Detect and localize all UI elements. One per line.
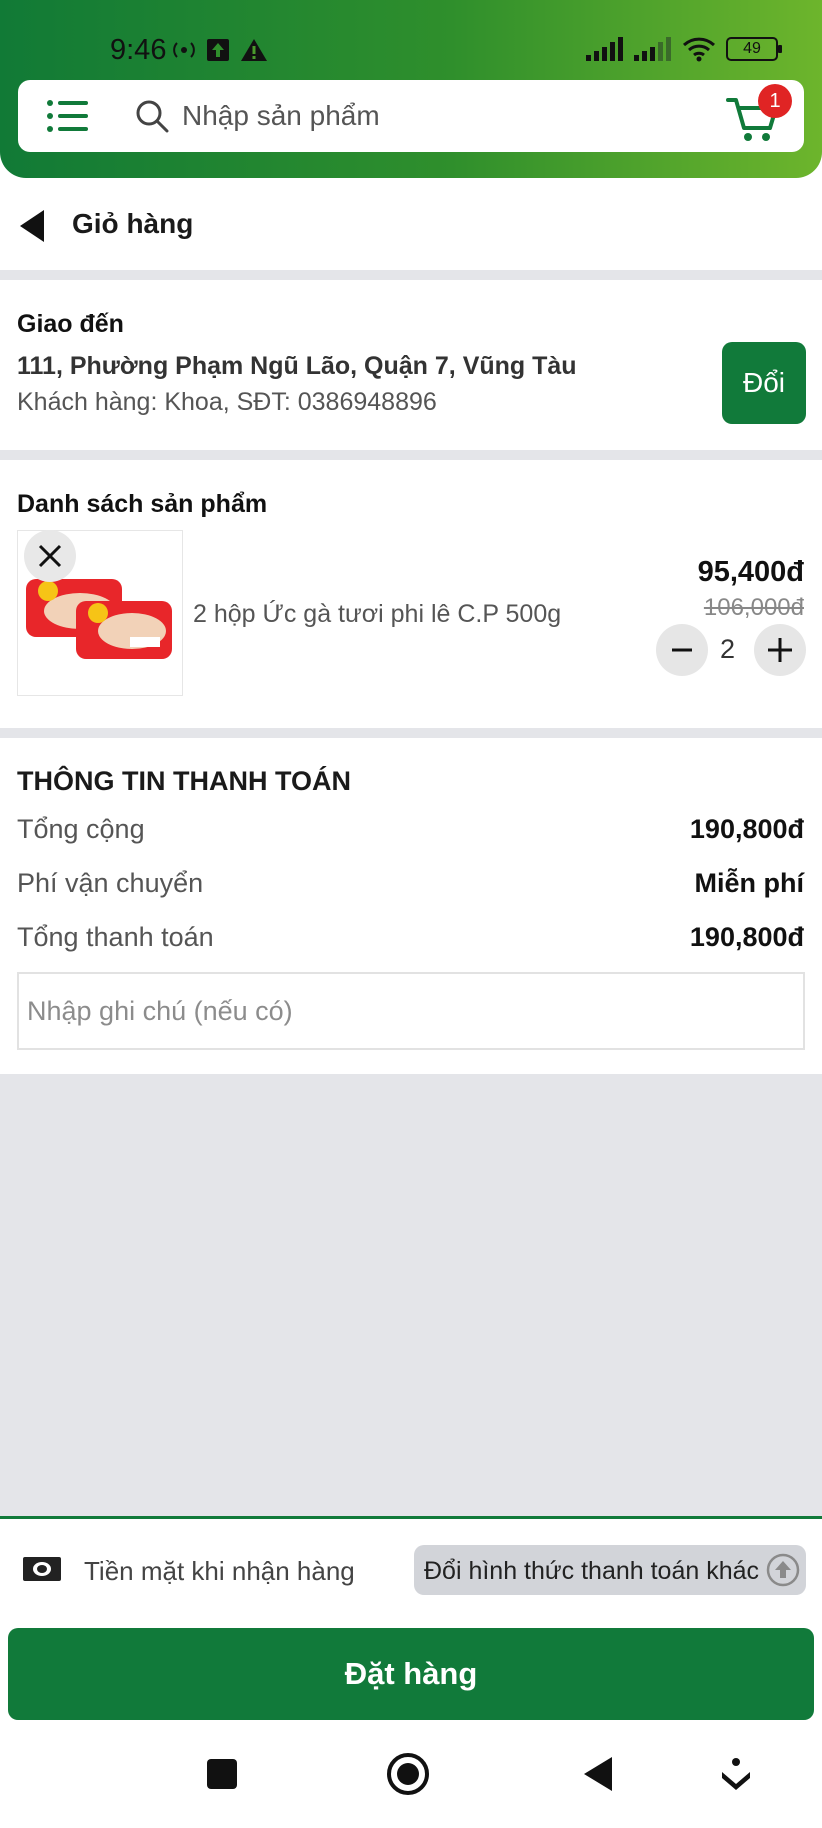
increase-quantity-button[interactable] [754,624,806,676]
search-input[interactable] [182,90,702,142]
search-bar[interactable]: 1 [18,80,804,152]
battery-level: 49 [743,40,761,57]
minus-icon [672,648,692,652]
payment-method-label: Tiền mặt khi nhận hàng [84,1556,355,1586]
quantity-value: 2 [720,634,736,664]
subtotal-value: 190,800đ [689,814,804,844]
remove-item-button[interactable] [24,530,76,582]
signal-icon-2 [634,37,671,61]
wifi-icon [682,37,716,62]
payment-info-title: THÔNG TIN THANH TOÁN [17,766,351,796]
home-icon[interactable] [386,1752,430,1796]
total-value: 190,800đ [689,922,804,952]
change-payment-method-button[interactable]: Đổi hình thức thanh toán khác [414,1545,806,1595]
upload-notification-icon [207,39,229,61]
divider [0,450,822,460]
change-address-button[interactable]: Đổi [722,342,806,424]
arrow-up-circle-icon [766,1553,800,1587]
change-payment-label: Đổi hình thức thanh toán khác [424,1557,760,1585]
close-icon [38,544,62,568]
product-price: 95,400đ [697,556,804,588]
product-name: 2 hộp Ức gà tươi phi lê C.P 500g [193,600,562,628]
back-icon[interactable] [18,208,46,244]
note-input[interactable] [17,972,805,1050]
status-icons-left [172,38,268,62]
divider [0,728,822,738]
plus-icon [768,638,792,662]
status-bar: 9:46 49 [0,0,822,80]
products-label: Danh sách sản phẩm [17,490,268,518]
total-label: Tổng thanh toán [17,922,214,952]
page-title-row: Giỏ hàng [0,178,822,270]
search-icon [136,100,169,133]
empty-background [0,1074,822,1518]
subtotal-label: Tổng cộng [17,814,145,844]
page-title: Giỏ hàng [72,208,194,239]
shipping-label: Phí vận chuyển [17,868,204,898]
product-old-price: 106,000đ [703,594,804,621]
bottom-divider [0,1516,822,1519]
delivery-address: 111, Phường Phạm Ngũ Lão, Quận 7, Vũng T… [17,352,577,380]
recents-icon[interactable] [202,1754,242,1794]
status-icons-right: 49 [586,36,782,62]
status-time: 9:46 [110,34,167,66]
cart-badge: 1 [758,84,792,118]
divider [0,270,822,280]
battery-icon: 49 [726,37,782,61]
hotspot-icon [173,42,195,58]
warning-icon [241,39,267,61]
signal-icon [586,37,623,61]
customer-info: Khách hàng: Khoa, SĐT: 0386948896 [17,388,437,416]
delivery-label: Giao đến [17,310,124,338]
cash-icon [23,1557,61,1581]
menu-icon[interactable] [46,98,88,134]
place-order-button[interactable]: Đặt hàng [8,1628,814,1720]
shipping-value: Miễn phí [694,868,805,898]
app-header: 9:46 49 1 [0,0,822,178]
decrease-quantity-button[interactable] [656,624,708,676]
keyboard-hide-icon[interactable] [716,1754,756,1794]
back-nav-icon[interactable] [578,1754,618,1794]
